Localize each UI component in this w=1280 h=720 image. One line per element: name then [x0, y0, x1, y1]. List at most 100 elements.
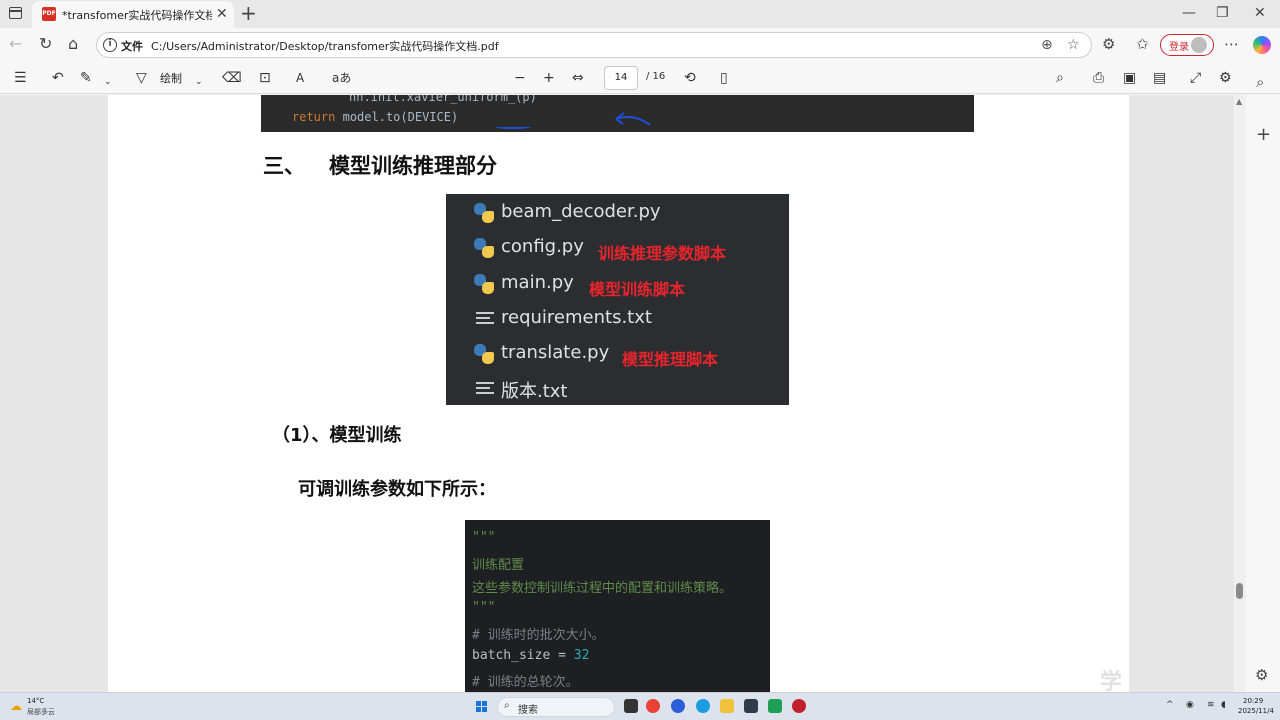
app-icon[interactable] [671, 699, 685, 713]
login-button[interactable]: 登录 [1160, 34, 1214, 56]
side-panel [1246, 95, 1280, 692]
new-tab-icon[interactable]: + [240, 2, 257, 24]
ink-underline-annotation [495, 125, 531, 129]
section-title: 模型训练推理部分 [329, 154, 497, 178]
zoom-icon[interactable]: ⊕ [1041, 36, 1053, 54]
code-block-model-return: nn.init.xavier_uniform_(p) return model.… [261, 95, 974, 132]
highlight-icon[interactable]: ✎ [80, 68, 92, 88]
code-line: nn.init.xavier_uniform_(p) [349, 95, 537, 104]
code-block-config: """ 训练配置 这些参数控制训练过程中的配置和训练策略。 """ # 训练时的… [465, 520, 770, 692]
info-icon[interactable]: i [103, 38, 117, 52]
subsection-heading: （1）、模型训练 [272, 425, 402, 446]
terminal-icon[interactable] [744, 699, 758, 713]
more-menu-icon[interactable]: ⋯ [1224, 34, 1239, 54]
copilot-icon[interactable] [1253, 36, 1271, 54]
text-file-icon [476, 312, 494, 326]
start-icon[interactable] [476, 701, 488, 713]
rotate-icon[interactable]: ⟲ [684, 68, 696, 88]
highlight-dropdown-icon[interactable]: ⌄ [104, 72, 112, 92]
draw-dropdown-icon[interactable]: ⌄ [195, 72, 203, 92]
settings-icon[interactable]: ⚙ [1219, 68, 1232, 88]
zoom-out-icon[interactable]: − [514, 68, 526, 88]
weather-temperature: 14°C [27, 697, 45, 705]
tab-close-icon[interactable]: ✕ [216, 5, 228, 23]
refresh-icon[interactable]: ↻ [39, 34, 52, 54]
code-line: """ [472, 600, 496, 615]
scrollbar-thumb[interactable] [1236, 583, 1243, 599]
tray-app-icon[interactable]: ◉ [1186, 700, 1194, 710]
search-icon: ⌕ [504, 700, 510, 711]
save-icon[interactable]: ▣ [1123, 68, 1136, 88]
app-window: PDF *transfomer实战代码操作文档.pdf ✕ + — ❐ ✕ ← … [0, 0, 1280, 720]
file-name: translate.py [501, 342, 610, 363]
minimize-icon[interactable]: — [1182, 4, 1196, 22]
close-window-icon[interactable]: ✕ [1254, 4, 1266, 22]
sidebar-search-icon[interactable]: ⌕ [1256, 72, 1264, 92]
back-icon[interactable]: ← [9, 34, 22, 54]
volume-icon[interactable]: ◖ [1221, 700, 1226, 710]
weather-description: 局部多云 [27, 708, 55, 716]
wifi-icon[interactable]: ≋ [1207, 700, 1215, 710]
fit-width-icon[interactable]: ⇔ [572, 68, 584, 88]
edge-icon[interactable] [696, 699, 710, 713]
file-name: beam_decoder.py [501, 201, 661, 222]
text-file-icon [476, 382, 494, 396]
tray-chevron-icon[interactable]: ^ [1166, 700, 1174, 710]
zoom-in-icon[interactable]: + [543, 68, 555, 88]
tab-pdf-document[interactable]: PDF *transfomer实战代码操作文档.pdf ✕ [32, 1, 234, 28]
find-icon[interactable]: ⌕ [1056, 68, 1064, 88]
login-label: 登录 [1169, 42, 1189, 53]
task-view-icon[interactable] [624, 699, 638, 713]
address-row: ← ↻ ⌂ i 文件 C:/Users/Administrator/Deskto… [0, 28, 1280, 62]
favorite-star-icon[interactable]: ☆ [1067, 36, 1080, 54]
save-as-icon[interactable]: ▤ [1153, 68, 1166, 88]
undo-icon[interactable]: ↶ [52, 68, 64, 88]
code-line: 训练配置 [472, 558, 525, 573]
code-assignment: batch_size = [472, 648, 574, 663]
file-explorer-icon[interactable] [720, 699, 734, 713]
ink-arrow-annotation [615, 112, 651, 126]
url-text[interactable]: C:/Users/Administrator/Desktop/transfome… [151, 38, 499, 54]
pycharm-icon[interactable] [768, 699, 782, 713]
file-list-image: beam_decoder.py config.py 训练推理参数脚本 main.… [446, 194, 789, 405]
tab-actions-icon[interactable] [9, 7, 22, 19]
clock-date[interactable]: 2025/11/4 [1238, 707, 1274, 715]
fullscreen-icon[interactable]: ⤢ [1190, 68, 1201, 88]
read-aloud-icon[interactable]: A [296, 68, 304, 88]
chrome-icon[interactable] [646, 699, 660, 713]
python-icon [474, 238, 494, 258]
translate-icon[interactable]: aあ [332, 68, 351, 88]
page-view-icon[interactable]: ▯ [720, 68, 728, 88]
pdf-viewport[interactable]: nn.init.xavier_uniform_(p) return model.… [0, 95, 1234, 692]
search-label: 搜索 [518, 705, 538, 716]
taskbar-search[interactable]: ⌕ 搜索 [497, 697, 615, 717]
home-icon[interactable]: ⌂ [68, 34, 78, 54]
contents-icon[interactable]: ☰ [14, 68, 27, 88]
draw-label[interactable]: 绘制 [160, 70, 182, 86]
extensions-icon[interactable]: ⚙ [1102, 34, 1115, 54]
clock-time[interactable]: 20:29 [1243, 697, 1263, 705]
file-note: 模型训练脚本 [589, 280, 686, 299]
eraser-icon[interactable]: ⌫ [222, 68, 242, 88]
file-name: config.py [501, 236, 584, 257]
sidebar-settings-icon[interactable]: ⚙ [1255, 666, 1268, 684]
scroll-up-icon[interactable]: ▲ [1236, 97, 1242, 106]
code-keyword: return [292, 110, 336, 124]
sidebar-add-icon[interactable]: + [1256, 124, 1271, 145]
address-bar[interactable]: i 文件 C:/Users/Administrator/Desktop/tran… [96, 32, 1092, 58]
favorites-icon[interactable]: ✩ [1136, 34, 1149, 54]
vertical-scrollbar[interactable]: ▲ [1234, 95, 1246, 692]
avatar [1191, 37, 1207, 53]
draw-icon[interactable]: ▽ [136, 68, 147, 88]
text-box-icon[interactable]: ⊡ [259, 68, 271, 88]
params-intro: 可调训练参数如下所示： [298, 479, 496, 500]
recorder-icon[interactable] [792, 699, 806, 713]
pdf-file-icon: PDF [42, 7, 56, 21]
pdf-page: nn.init.xavier_uniform_(p) return model.… [108, 95, 1129, 692]
weather-icon[interactable]: ☁ [10, 699, 22, 713]
restore-icon[interactable]: ❐ [1216, 4, 1229, 22]
file-name: requirements.txt [501, 307, 652, 328]
code-line: batch_size = 32 [472, 648, 589, 663]
page-number-input[interactable]: 14 [604, 66, 638, 90]
print-icon[interactable]: ⎙ [1093, 68, 1104, 88]
